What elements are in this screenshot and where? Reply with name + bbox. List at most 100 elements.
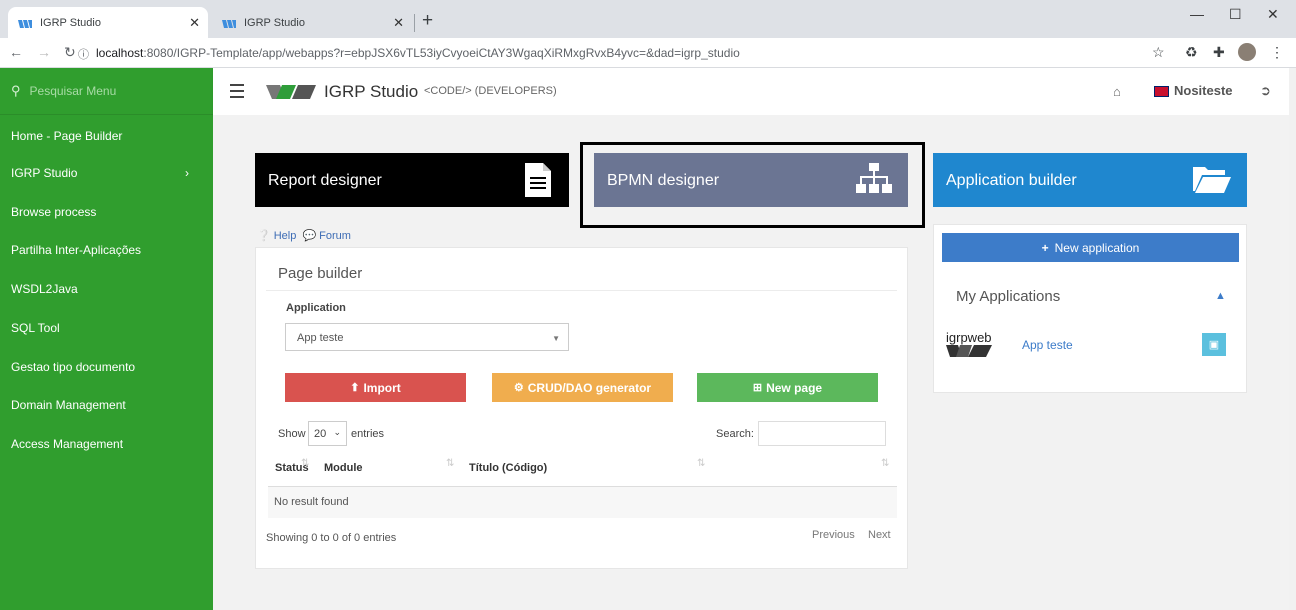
question-circle-icon: ❔	[257, 230, 271, 242]
button-label: New application	[1054, 240, 1140, 255]
upload-icon: ⬆	[350, 382, 360, 394]
report-designer-tile[interactable]: Report designer	[255, 153, 569, 207]
application-select[interactable]: App teste ▼	[285, 323, 569, 351]
divider	[266, 290, 897, 291]
forward-arrow-icon[interactable]: →	[37, 44, 51, 60]
browser-tab[interactable]: IGRP Studio ✕	[212, 7, 412, 38]
sidebar-item-igrp-studio[interactable]: IGRP Studio ›	[11, 166, 201, 180]
menu-search-input[interactable]: ⚲ Pesquisar Menu	[0, 68, 213, 115]
hamburger-menu-icon[interactable]	[230, 84, 244, 102]
entries-label: entries	[351, 428, 385, 440]
sidebar-item-partilha[interactable]: Partilha Inter-Aplicações	[11, 243, 141, 257]
sort-icon: ⇅	[446, 458, 455, 469]
maximize-button[interactable]: ☐	[1229, 6, 1242, 23]
browser-tab-bar: IGRP Studio ✕ IGRP Studio ✕ + — ☐ ✕	[0, 0, 1296, 38]
tab-divider	[414, 14, 415, 32]
sidebar-item-label: IGRP Studio	[11, 166, 78, 180]
close-tab-icon[interactable]: ✕	[189, 15, 200, 31]
home-icon[interactable]: ⌂	[1113, 84, 1121, 99]
igrp-favicon-icon	[222, 19, 236, 28]
empty-message: No result found	[274, 496, 349, 508]
sidebar-item-gestao-tipo-documento[interactable]: Gestao tipo documento	[11, 360, 135, 374]
sidebar-item-home-page-builder[interactable]: Home - Page Builder	[11, 129, 122, 143]
sidebar-item-browse-process[interactable]: Browse process	[11, 205, 96, 219]
igrp-favicon-icon	[18, 19, 32, 28]
tab-title: IGRP Studio	[40, 16, 101, 29]
column-header-titulo[interactable]: Título (Código)	[469, 462, 547, 474]
close-window-button[interactable]: ✕	[1267, 6, 1279, 23]
sidebar-item-access-management[interactable]: Access Management	[11, 437, 123, 451]
brand-subtitle: <CODE/> (DEVELOPERS)	[424, 85, 557, 97]
star-icon[interactable]: ☆	[1152, 44, 1165, 61]
logout-icon[interactable]: ➲	[1260, 83, 1271, 99]
applications-panel: + New application My Applications ▲ igrpw…	[933, 224, 1247, 393]
previous-page-button[interactable]: Previous	[812, 529, 855, 541]
brand-title[interactable]: IGRP Studio	[324, 82, 418, 102]
sort-icon: ⇅	[881, 458, 890, 469]
crud-dao-generator-button[interactable]: ⚙ CRUD/DAO generator	[492, 373, 673, 402]
button-label: Import	[363, 380, 401, 395]
reload-icon[interactable]: ↻	[64, 44, 76, 61]
sidebar-item-sql-tool[interactable]: SQL Tool	[11, 321, 60, 335]
igrp-logo	[266, 85, 316, 102]
new-page-button[interactable]: ⊞ New page	[697, 373, 878, 402]
app-link[interactable]: App teste	[1022, 338, 1073, 352]
plus-icon: +	[1041, 240, 1049, 255]
application-label: Application	[286, 302, 346, 314]
info-icon[interactable]: ⓘ	[78, 46, 89, 62]
new-application-button[interactable]: + New application	[942, 233, 1239, 262]
chevron-up-icon[interactable]: ▲	[1215, 290, 1226, 302]
recycle-icon[interactable]: ♻	[1185, 44, 1198, 61]
uk-flag-icon[interactable]	[1154, 86, 1169, 97]
back-arrow-icon[interactable]: ←	[9, 44, 23, 60]
plus-square-icon: ⊞	[752, 382, 763, 394]
help-links: ❔ Help 💬 Forum	[257, 229, 351, 242]
caret-down-icon: ▼	[552, 334, 560, 343]
bpmn-highlight-frame	[580, 142, 925, 228]
url-host: localhost	[96, 46, 144, 60]
scrollbar[interactable]	[1289, 68, 1296, 610]
button-label: New page	[766, 380, 823, 395]
help-link[interactable]: Help	[274, 230, 297, 242]
sort-icon: ⇅	[697, 458, 706, 469]
open-app-document-icon[interactable]: ▣	[1202, 333, 1226, 356]
table-info: Showing 0 to 0 of 0 entries	[266, 532, 397, 544]
igrpweb-logo-text: igrpweb	[946, 330, 992, 345]
profile-avatar[interactable]	[1238, 43, 1256, 61]
chevron-down-icon: ⌄	[333, 427, 341, 437]
page-length-value: 20	[314, 428, 327, 440]
new-tab-button[interactable]: +	[422, 11, 433, 31]
user-name[interactable]: Nositeste	[1174, 83, 1233, 98]
igrpweb-logo: igrpweb	[946, 330, 992, 360]
gears-icon: ⚙	[513, 382, 524, 394]
application-builder-tile[interactable]: Application builder	[933, 153, 1247, 207]
puzzle-icon[interactable]: ✚	[1213, 44, 1225, 61]
minimize-button[interactable]: —	[1190, 6, 1204, 22]
tile-label: Application builder	[946, 172, 1077, 189]
button-label: CRUD/DAO generator	[527, 380, 652, 395]
forum-link[interactable]: Forum	[319, 230, 351, 242]
sidebar-item-domain-management[interactable]: Domain Management	[11, 398, 126, 412]
import-button[interactable]: ⬆ Import	[285, 373, 466, 402]
table-row: No result found	[268, 487, 897, 518]
sidebar-item-wsdl2java[interactable]: WSDL2Java	[11, 282, 78, 296]
url-field[interactable]: localhost:8080/IGRP-Template/app/webapps…	[96, 46, 740, 60]
page-length-select[interactable]: 20 ⌄	[308, 421, 347, 446]
tab-title: IGRP Studio	[244, 16, 305, 29]
kebab-menu-icon[interactable]: ⋮	[1270, 44, 1284, 61]
tile-label: Report designer	[268, 172, 382, 189]
my-applications-title: My Applications	[956, 288, 1061, 305]
next-page-button[interactable]: Next	[868, 529, 891, 541]
sort-icon: ⇅	[301, 458, 310, 469]
igrpweb-logo-mark	[946, 345, 992, 357]
column-header-module[interactable]: Module	[324, 462, 363, 474]
close-tab-icon[interactable]: ✕	[393, 15, 404, 31]
search-icon: ⚲	[11, 83, 21, 98]
table-search-input[interactable]	[758, 421, 886, 446]
menu-search-placeholder: Pesquisar Menu	[29, 84, 117, 98]
page-builder-panel: Page builder Application App teste ▼ ⬆ Im…	[255, 247, 908, 569]
app-header: IGRP Studio <CODE/> (DEVELOPERS) ⌂ Nosit…	[213, 68, 1296, 115]
application-select-value: App teste	[297, 332, 344, 344]
comments-icon: 💬	[302, 230, 317, 242]
browser-tab-active[interactable]: IGRP Studio ✕	[8, 7, 208, 38]
